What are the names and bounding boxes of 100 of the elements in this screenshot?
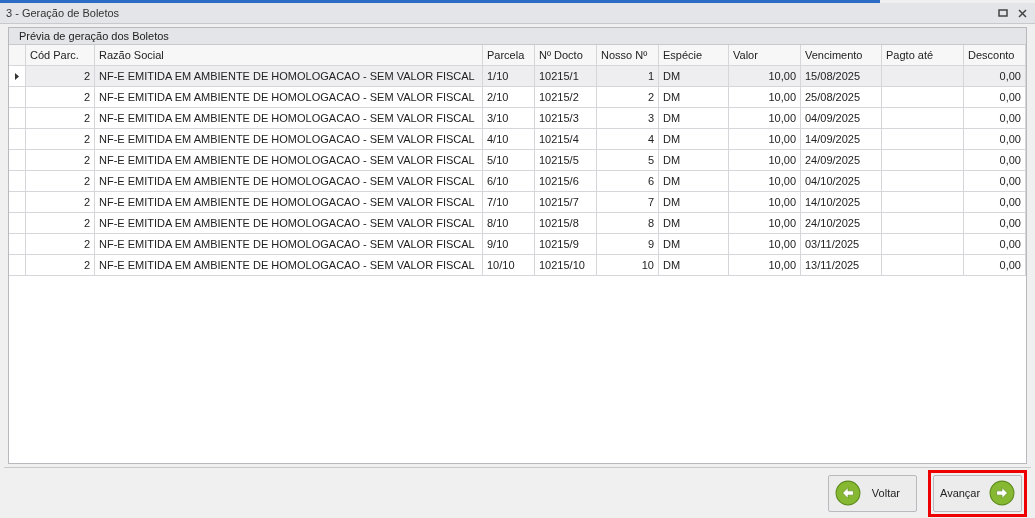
back-button[interactable]: Voltar [828,474,917,512]
table-cell-text: 0,00 [999,236,1021,252]
table-cell-text: 15/08/2025 [805,68,861,84]
table-cell-text: 5/10 [487,152,509,168]
table-cell-text: 4/10 [487,131,509,147]
next-button[interactable]: Avançar [933,474,1022,512]
table-cell-text: DM [663,194,681,210]
table-cell-text: 6/10 [487,173,509,189]
column-header[interactable]: Pagto até [882,45,964,65]
table-cell-text: 0,00 [999,68,1021,84]
table-cell-text: 2 [83,215,90,231]
table-row[interactable]: 2 NF-E EMITIDA EM AMBIENTE DE HOMOLOGACAO - SEM VALOR FISCAL 6/10 10215/6 6 DM 10,00 04/10/2025 0,00 [9,171,1026,192]
table-cell-text: 10215/5 [539,152,579,168]
table-cell-text: 13/11/2025 [805,257,860,273]
table-cell-text: 7 [647,194,654,210]
table-cell-text: 10,00 [768,131,796,147]
table-cell-text: 2 [83,89,90,105]
table-cell-text: 2 [83,194,90,210]
table-cell-text: 0,00 [999,257,1021,273]
table-cell-text: 10215/9 [539,236,579,252]
table-cell-text: 0,00 [999,152,1021,168]
window-title: 3 - Geração de Boletos [6,5,120,21]
table-cell-text: 10,00 [768,257,796,273]
table-cell-text: 2 [83,110,90,126]
column-header[interactable]: Espécie [659,45,729,65]
table-cell-text: 2 [83,68,90,84]
table-row[interactable]: 2 NF-E EMITIDA EM AMBIENTE DE HOMOLOGACAO - SEM VALOR FISCAL 2/10 10215/2 2 DM 10,00 25/08/2025 0,00 [9,87,1026,108]
table-cell-text: NF-E EMITIDA EM AMBIENTE DE HOMOLOGACAO - SEM VALOR FISCAL [99,131,475,147]
table-cell-text: NF-E EMITIDA EM AMBIENTE DE HOMOLOGACAO - SEM VALOR FISCAL [99,257,475,273]
table-cell-text: 10215/7 [539,194,579,210]
table-cell-text: 2 [83,152,90,168]
table-cell-text: 2 [83,173,90,189]
table-cell-text: 10 [641,257,654,273]
table-cell-text: NF-E EMITIDA EM AMBIENTE DE HOMOLOGACAO - SEM VALOR FISCAL [99,194,475,210]
column-header[interactable]: Desconto [964,45,1026,65]
table-cell-text: 10215/1 [539,68,579,84]
column-header[interactable]: Valor [729,45,801,65]
table-cell-text: 0,00 [999,194,1021,210]
table-cell-text: NF-E EMITIDA EM AMBIENTE DE HOMOLOGACAO - SEM VALOR FISCAL [99,68,475,84]
table-cell-text: 04/09/2025 [805,110,861,126]
table-cell-text: 8 [647,215,654,231]
column-header[interactable]: Parcela [483,45,535,65]
table-cell-text: 0,00 [999,110,1021,126]
table-cell-text: 04/10/2025 [805,173,861,189]
table-cell-text: 14/10/2025 [805,194,861,210]
table-cell-text: 10,00 [768,194,796,210]
table-cell-text: 1/10 [487,68,509,84]
table-cell-text: 6 [647,173,654,189]
table-cell-text: DM [663,68,681,84]
table-row[interactable]: 2 NF-E EMITIDA EM AMBIENTE DE HOMOLOGACAO - SEM VALOR FISCAL 8/10 10215/8 8 DM 10,00 24/10/2025 0,00 [9,213,1026,234]
maximize-icon[interactable] [998,9,1008,17]
column-header[interactable]: Vencimento [801,45,882,65]
table-row[interactable]: 2 NF-E EMITIDA EM AMBIENTE DE HOMOLOGACAO - SEM VALOR FISCAL 9/10 10215/9 9 DM 10,00 03/11/2025 0,00 [9,234,1026,255]
close-icon[interactable] [1018,8,1027,18]
table-cell-text: DM [663,215,681,231]
table-cell-text: 0,00 [999,131,1021,147]
table-cell-text: 3 [647,110,654,126]
column-header[interactable]: Cód Parc. [26,45,95,65]
table-row[interactable]: 2 NF-E EMITIDA EM AMBIENTE DE HOMOLOGACAO - SEM VALOR FISCAL 4/10 10215/4 4 DM 10,00 14/09/2025 0,00 [9,129,1026,150]
table-row[interactable]: 2 NF-E EMITIDA EM AMBIENTE DE HOMOLOGACAO - SEM VALOR FISCAL 7/10 10215/7 7 DM 10,00 14/10/2025 0,00 [9,192,1026,213]
table-row[interactable]: 2 NF-E EMITIDA EM AMBIENTE DE HOMOLOGACAO - SEM VALOR FISCAL 3/10 10215/3 3 DM 10,00 04/09/2025 0,00 [9,108,1026,129]
table-cell-text: DM [663,152,681,168]
table-cell-text: 7/10 [487,194,509,210]
table-cell-text: 9 [647,236,654,252]
table-row[interactable]: 2 NF-E EMITIDA EM AMBIENTE DE HOMOLOGACAO - SEM VALOR FISCAL 1/10 10215/1 1 DM 10,00 15/08/2025 0,00 [9,66,1026,87]
table-cell-text: 2 [83,257,90,273]
table-cell-text: 9/10 [487,236,509,252]
table-cell-text: DM [663,257,681,273]
table-cell-text: 10215/6 [539,173,579,189]
table-cell-text: 4 [647,131,654,147]
column-header[interactable]: Razão Social [95,45,483,65]
table-cell-text: 2 [83,131,90,147]
table-cell-text: 2 [647,89,654,105]
table-cell-text: 0,00 [999,89,1021,105]
table-cell-text: NF-E EMITIDA EM AMBIENTE DE HOMOLOGACAO - SEM VALOR FISCAL [99,215,475,231]
table-cell-text: 8/10 [487,215,509,231]
column-header[interactable]: Nº Docto [535,45,597,65]
table-cell-text: 10,00 [768,89,796,105]
table-cell-text: 10,00 [768,215,796,231]
table-cell-text: 10215/2 [539,89,579,105]
column-header[interactable]: Nosso Nº [597,45,659,65]
table-cell-text: NF-E EMITIDA EM AMBIENTE DE HOMOLOGACAO - SEM VALOR FISCAL [99,89,475,105]
table-cell-text: 10,00 [768,68,796,84]
table-cell-text: 10215/10 [539,257,585,273]
table-row[interactable]: 2 NF-E EMITIDA EM AMBIENTE DE HOMOLOGACAO - SEM VALOR FISCAL 5/10 10215/5 5 DM 10,00 24/09/2025 0,00 [9,150,1026,171]
table-cell-text: 10/10 [487,257,515,273]
table-cell-text: DM [663,89,681,105]
table-cell-text: NF-E EMITIDA EM AMBIENTE DE HOMOLOGACAO - SEM VALOR FISCAL [99,110,475,126]
table-cell-text: 0,00 [999,215,1021,231]
table-cell-text: 3/10 [487,110,509,126]
table-cell-text: 10215/4 [539,131,579,147]
table-cell-text: DM [663,110,681,126]
table-cell-text: 10,00 [768,173,796,189]
table-cell-text: NF-E EMITIDA EM AMBIENTE DE HOMOLOGACAO - SEM VALOR FISCAL [99,173,475,189]
table-cell-text: 25/08/2025 [805,89,861,105]
panel-title: Prévia de geração dos Boletos [19,28,169,44]
table-row[interactable]: 2 NF-E EMITIDA EM AMBIENTE DE HOMOLOGACAO - SEM VALOR FISCAL 10/10 10215/10 10 DM 10,00 13/11/2025 0,00 [9,255,1026,276]
table-cell-text: 03/11/2025 [805,236,860,252]
table-cell-text: 14/09/2025 [805,131,861,147]
table-cell-text: 0,00 [999,173,1021,189]
